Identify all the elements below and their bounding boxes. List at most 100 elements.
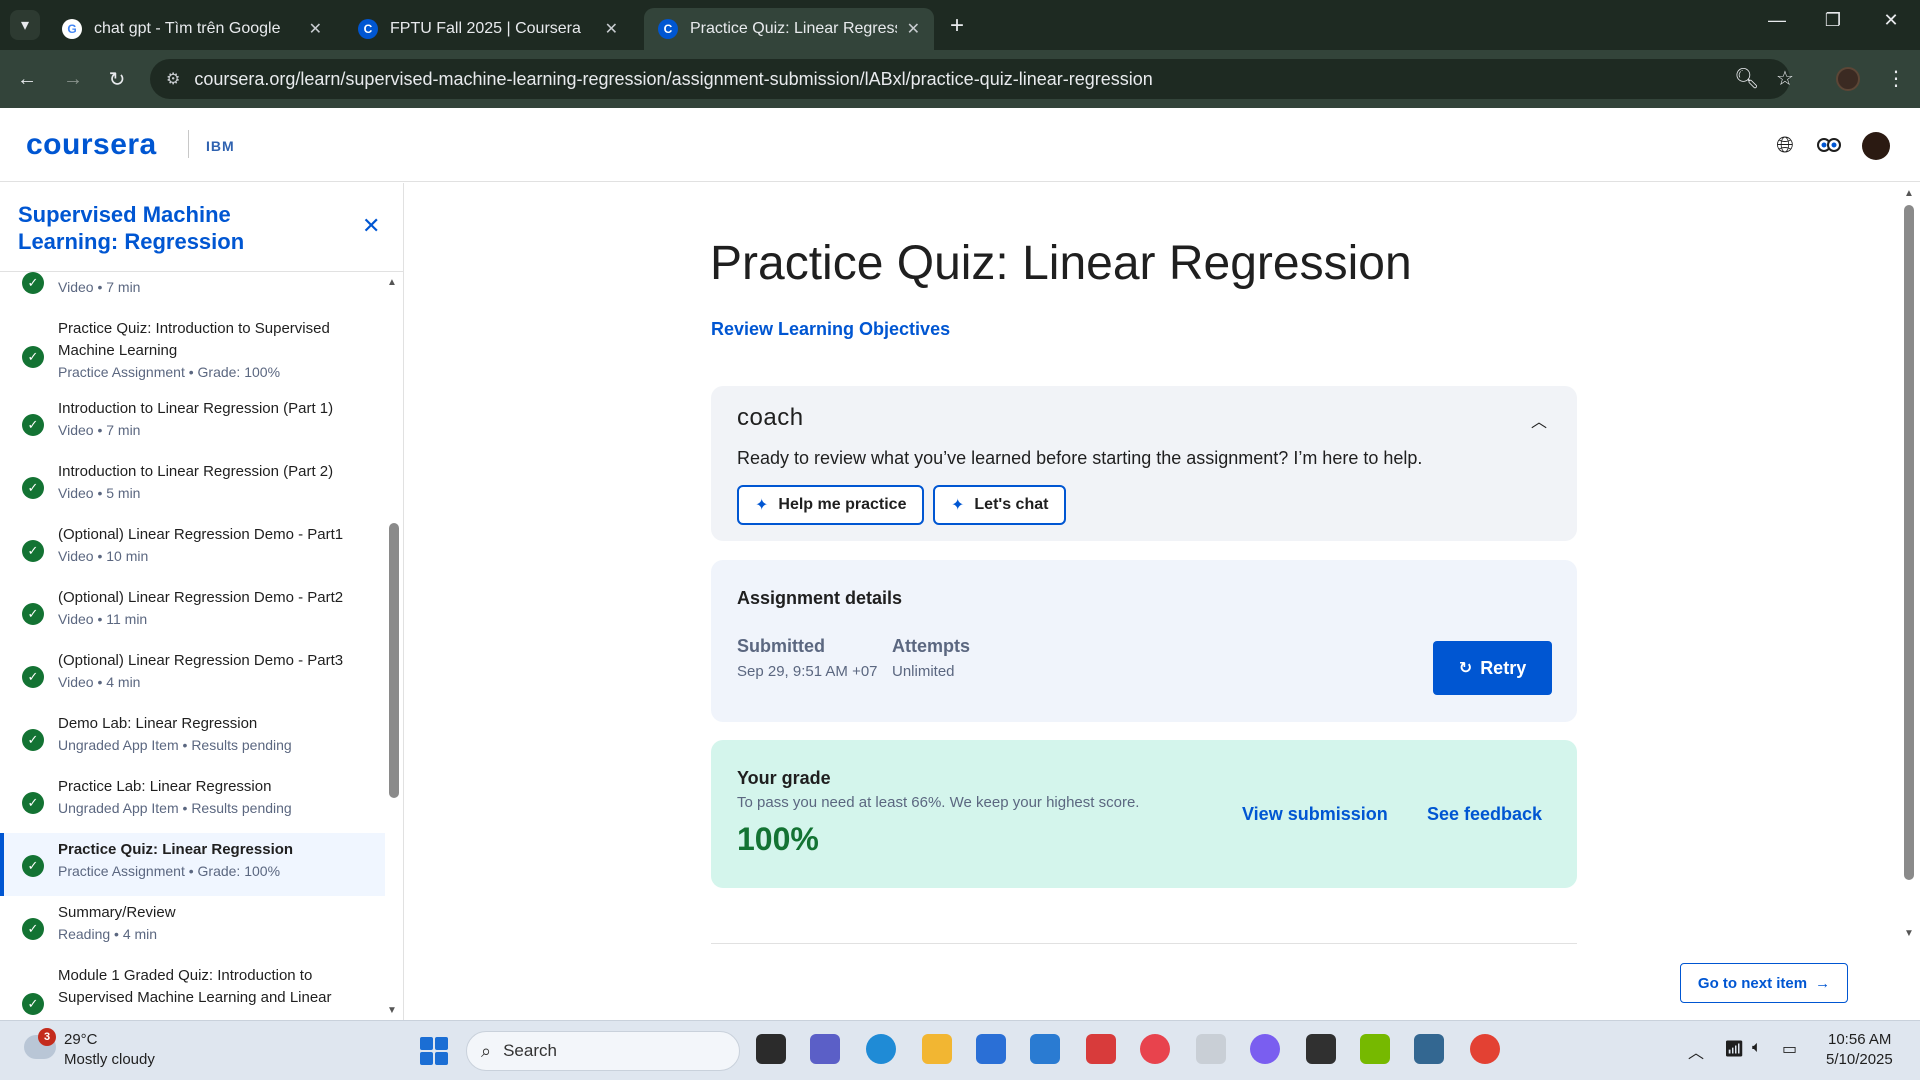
tab-google[interactable]: G chat gpt - Tìm trên Google ✕ [48,8,336,50]
completed-check-icon: ✓ [22,792,44,814]
site-settings-icon[interactable]: ⚙ [166,69,180,89]
browser-profile-avatar[interactable] [1836,67,1860,91]
coach-owl-icon[interactable] [1816,132,1842,158]
teams-icon[interactable] [810,1034,840,1064]
logo-divider [188,130,189,158]
attempts-info: Attempts Unlimited [892,636,971,680]
windows-start-icon[interactable] [420,1037,448,1065]
globe-icon[interactable]: 🌐︎ [1772,132,1798,158]
bookmark-star-icon[interactable]: ☆ [1776,66,1794,91]
browser-toolbar: ← → ↻ ⚙ coursera.org/learn/supervised-ma… [0,50,1920,108]
completed-check-icon: ✓ [22,855,44,877]
url-text: coursera.org/learn/supervised-machine-le… [194,68,1153,89]
new-tab-button[interactable]: + [950,12,964,40]
list-item[interactable]: ✓ (Optional) Linear Regression Demo - Pa… [0,644,385,707]
minimize-icon[interactable]: — [1754,10,1800,31]
user-avatar[interactable] [1862,132,1890,160]
coursera-logo[interactable]: coursera [26,128,157,162]
close-icon[interactable]: ✕ [605,19,618,39]
scroll-up-icon[interactable]: ▲ [387,277,397,288]
completed-check-icon: ✓ [22,918,44,940]
page-scroll-thumb[interactable] [1904,205,1914,880]
calendar-app-icon[interactable] [1086,1034,1116,1064]
microsoft-store-icon[interactable] [976,1034,1006,1064]
see-feedback-link[interactable]: See feedback [1427,804,1542,825]
nvidia-icon[interactable] [1360,1034,1390,1064]
weather-temperature[interactable]: 29°C [64,1031,98,1048]
go-to-next-item-button[interactable]: Go to next item → [1680,963,1848,1003]
retry-button[interactable]: ↻ Retry [1433,641,1552,695]
help-me-practice-button[interactable]: ✦ Help me practice [737,485,925,525]
postgres-icon[interactable] [1414,1034,1444,1064]
arrow-right-icon: → [1815,974,1831,992]
file-explorer-icon[interactable] [922,1034,952,1064]
edge-icon[interactable] [866,1034,896,1064]
tab-search-button[interactable]: ▾ [10,10,40,40]
submitted-info: Submitted Sep 29, 9:51 AM +07 [737,636,878,680]
search-icon: ⌕ [481,1040,492,1061]
grade-panel: Your grade To pass you need at least 66%… [711,740,1577,888]
font-app-icon[interactable] [1196,1034,1226,1064]
tab-practice-quiz[interactable]: C Practice Quiz: Linear Regression ✕ [644,8,934,50]
completed-check-icon: ✓ [22,603,44,625]
reload-icon[interactable]: ↻ [102,64,132,94]
list-item[interactable]: ✓ (Optional) Linear Regression Demo - Pa… [0,581,385,644]
close-icon[interactable]: ✕ [309,19,322,39]
volume-icon[interactable]: 🔈︎ [1752,1039,1762,1057]
lets-chat-button[interactable]: ✦ Let's chat [933,485,1067,525]
clock-time[interactable]: 10:56 AM [1828,1031,1891,1048]
restore-icon[interactable]: ❐ [1810,10,1856,31]
window-close-icon[interactable]: ✕ [1868,10,1914,31]
clock-date[interactable]: 5/10/2025 [1826,1051,1893,1068]
close-sidebar-icon[interactable]: ✕ [362,213,380,239]
list-item[interactable]: ✓ Summary/Review Reading • 4 min [0,896,385,959]
scroll-down-icon[interactable]: ▼ [387,1005,397,1016]
browser-tab-bar: ▾ G chat gpt - Tìm trên Google ✕ C FPTU … [0,0,1920,50]
weather-badge: 3 [38,1028,56,1046]
completed-check-icon: ✓ [22,540,44,562]
weather-description[interactable]: Mostly cloudy [64,1051,155,1068]
chevron-up-icon[interactable]: ︿ [1531,408,1547,432]
list-item[interactable]: ✓ Practice Quiz: Introduction to Supervi… [0,310,385,392]
tab-fptu-coursera[interactable]: C FPTU Fall 2025 | Coursera ✕ [344,8,632,50]
content-divider [711,943,1577,944]
forward-icon[interactable]: → [58,64,88,94]
coursera-icon: C [358,19,378,39]
list-item[interactable]: ✓ Introduction to Linear Regression (Par… [0,392,385,455]
photos-icon[interactable] [1030,1034,1060,1064]
ibm-partner-logo: IBM [206,138,235,154]
sidebar-scroll-thumb[interactable] [389,523,399,798]
copilot-icon[interactable] [1250,1034,1280,1064]
zoom-icon[interactable]: 🔍︎ [1734,66,1759,91]
list-item[interactable]: ✓ Demo Lab: Linear Regression Ungraded A… [0,707,385,770]
completed-check-icon: ✓ [22,666,44,688]
browser-menu-icon[interactable]: ⋮ [1886,66,1906,91]
fan-control-icon[interactable] [1306,1034,1336,1064]
page-title: Practice Quiz: Linear Regression [710,237,1412,290]
page-scroll-down-icon[interactable]: ▼ [1904,928,1914,939]
address-bar[interactable]: ⚙ coursera.org/learn/supervised-machine-… [150,59,1790,99]
completed-check-icon: ✓ [22,272,44,294]
view-submission-link[interactable]: View submission [1242,804,1388,825]
list-item[interactable]: ✓ (Optional) Linear Regression Demo - Pa… [0,518,385,581]
review-objectives-link[interactable]: Review Learning Objectives [711,319,950,340]
list-item[interactable]: ✓ Introduction to Linear Regression (Par… [0,455,385,518]
taskbar-search[interactable]: ⌕ Search [466,1031,740,1071]
show-hidden-icons-icon[interactable]: ︿ [1688,1039,1704,1063]
battery-icon[interactable]: ▭ [1782,1039,1797,1059]
coach-logo: coach [737,404,804,431]
grade-value: 100% [737,821,819,857]
page-scroll-up-icon[interactable]: ▲ [1904,188,1914,199]
wifi-icon[interactable]: 📶︎ [1724,1039,1744,1059]
completed-check-icon: ✓ [22,729,44,751]
app-icon[interactable] [1140,1034,1170,1064]
chrome-icon[interactable] [1470,1034,1500,1064]
list-item[interactable]: ✓ Video • 7 min [0,272,385,310]
course-title[interactable]: Supervised Machine Learning: Regression [18,201,318,255]
close-icon[interactable]: ✕ [907,19,920,39]
back-icon[interactable]: ← [12,64,42,94]
list-item-current[interactable]: ✓ Practice Quiz: Linear Regression Pract… [0,833,385,896]
list-item[interactable]: ✓ Module 1 Graded Quiz: Introduction to … [0,959,385,1020]
list-item[interactable]: ✓ Practice Lab: Linear Regression Ungrad… [0,770,385,833]
task-view-icon[interactable] [756,1034,786,1064]
